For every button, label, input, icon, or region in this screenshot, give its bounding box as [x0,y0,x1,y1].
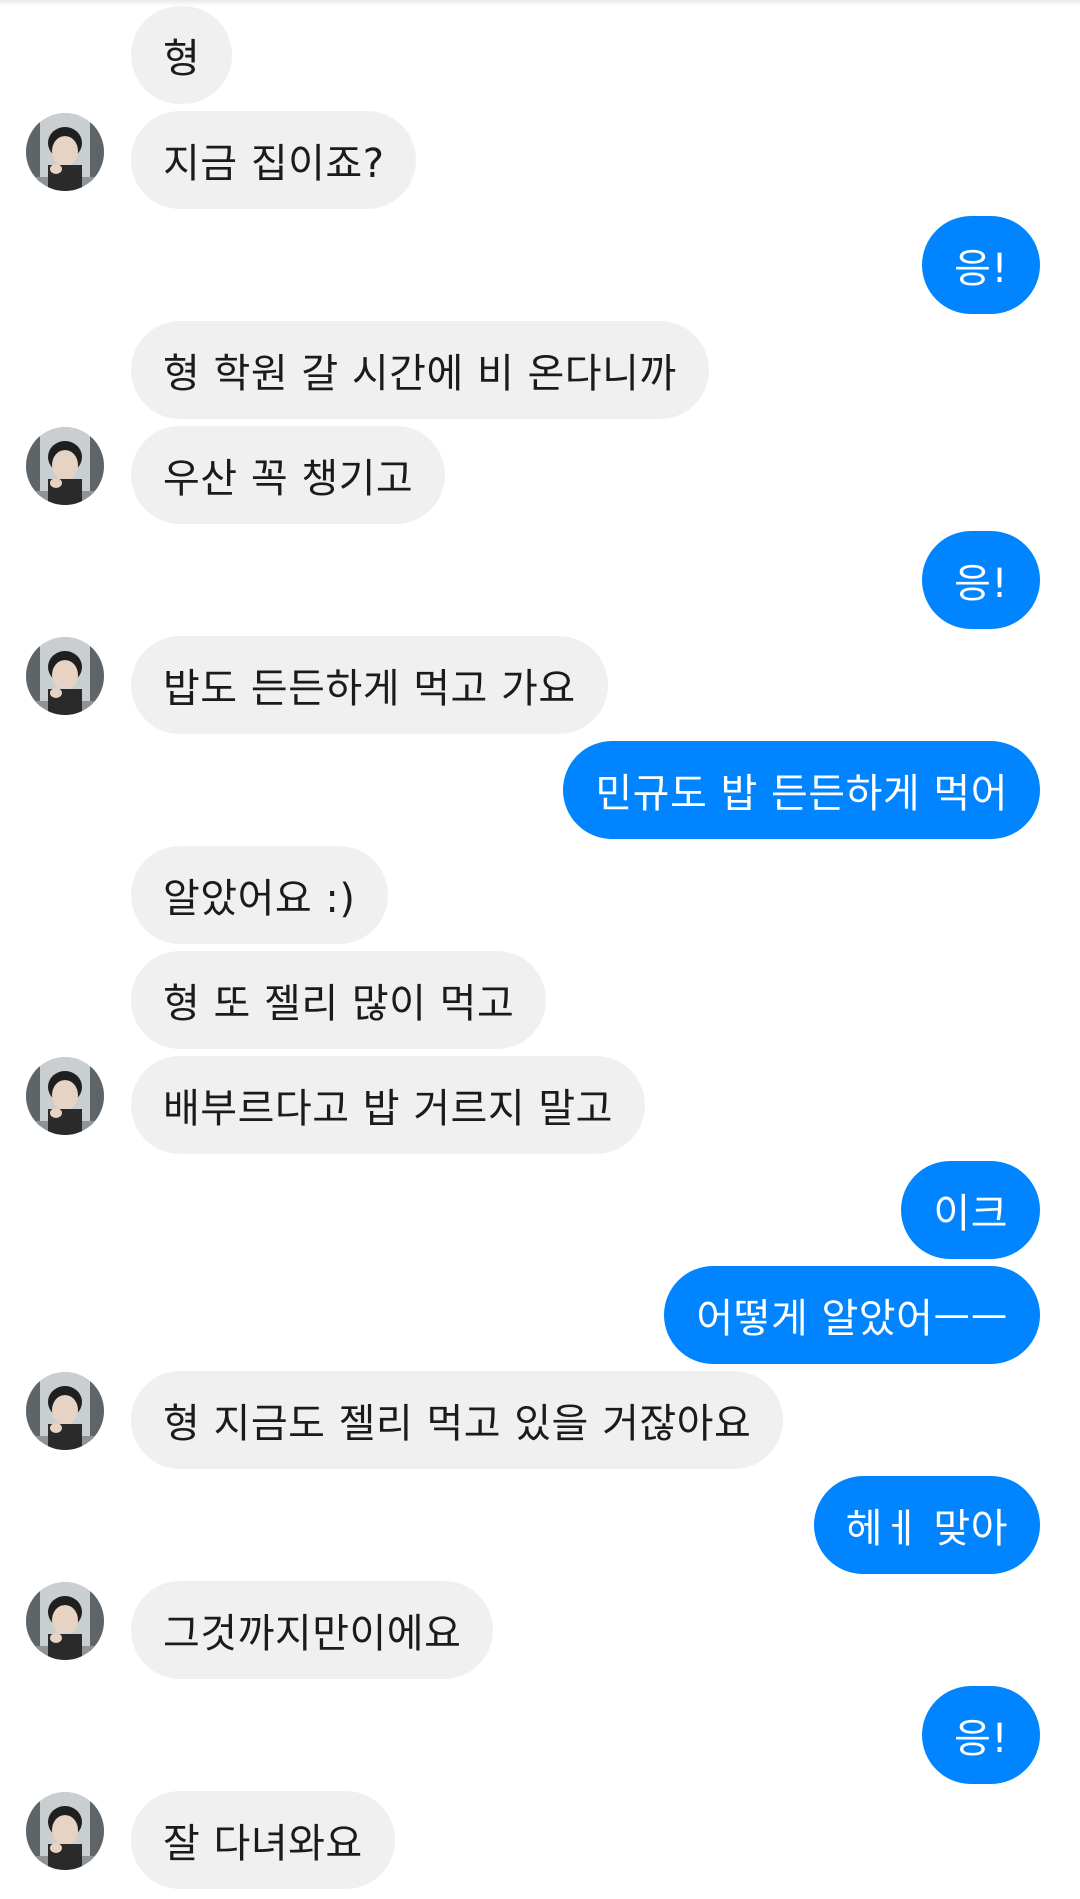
incoming-message[interactable]: 형 지금도 젤리 먹고 있을 거잖아요 [131,1371,784,1469]
contact-avatar-icon[interactable] [26,637,104,715]
message-text: 배부르다고 밥 거르지 말고 [163,1086,613,1132]
incoming-message[interactable]: 우산 꼭 챙기고 [131,426,446,524]
outgoing-message[interactable]: 응! [922,216,1040,314]
outgoing-message[interactable]: 응! [922,531,1040,629]
outgoing-message[interactable]: 응! [922,1686,1040,1784]
message-text: 응! [954,1716,1008,1762]
incoming-message[interactable]: 형 학원 갈 시간에 비 온다니까 [131,321,709,419]
message-text: 응! [954,246,1008,292]
incoming-message[interactable]: 형 또 젤리 많이 먹고 [131,951,547,1049]
contact-avatar-icon[interactable] [26,1582,104,1660]
outgoing-message[interactable]: 이크 [901,1161,1040,1259]
incoming-message[interactable]: 그것까지만이에요 [131,1581,494,1679]
message-text: 이크 [933,1191,1008,1237]
message-list[interactable]: 형 지금 집이죠? 응! 형 학원 갈 시간에 비 온다니까 우산 꼭 챙기고 … [0,0,1080,1899]
message-text: 형 [163,36,201,82]
outgoing-message[interactable]: 헤ㅔ 맞아 [813,1476,1040,1574]
message-text: 민규도 밥 든든하게 먹어 [595,771,1008,817]
contact-avatar-icon[interactable] [26,113,104,191]
incoming-message[interactable]: 지금 집이죠? [131,111,417,209]
message-text: 밥도 든든하게 먹고 가요 [163,666,576,712]
incoming-message[interactable]: 형 [131,6,233,104]
message-text: 헤ㅔ 맞아 [845,1506,1008,1552]
message-text: 잘 다녀와요 [163,1821,363,1867]
contact-avatar-icon[interactable] [26,1057,104,1135]
message-text: 지금 집이죠? [163,141,385,187]
message-text: 응! [954,561,1008,607]
incoming-message[interactable]: 밥도 든든하게 먹고 가요 [131,636,608,734]
message-text: 알았어요 :) [163,876,356,922]
outgoing-message[interactable]: 어떻게 알았어ㅡㅡ [664,1266,1040,1364]
message-text: 우산 꼭 챙기고 [163,456,414,502]
message-text: 그것까지만이에요 [163,1611,462,1657]
incoming-message[interactable]: 잘 다녀와요 [131,1791,395,1889]
incoming-message[interactable]: 배부르다고 밥 거르지 말고 [131,1056,645,1154]
contact-avatar-icon[interactable] [26,1792,104,1870]
contact-avatar-icon[interactable] [26,427,104,505]
message-text: 어떻게 알았어ㅡㅡ [696,1296,1008,1342]
incoming-message[interactable]: 알았어요 :) [131,846,388,944]
contact-avatar-icon[interactable] [26,1372,104,1450]
message-text: 형 학원 갈 시간에 비 온다니까 [163,351,677,397]
outgoing-message[interactable]: 민규도 밥 든든하게 먹어 [563,741,1040,839]
message-text: 형 지금도 젤리 먹고 있을 거잖아요 [163,1401,752,1447]
message-text: 형 또 젤리 많이 먹고 [163,981,515,1027]
